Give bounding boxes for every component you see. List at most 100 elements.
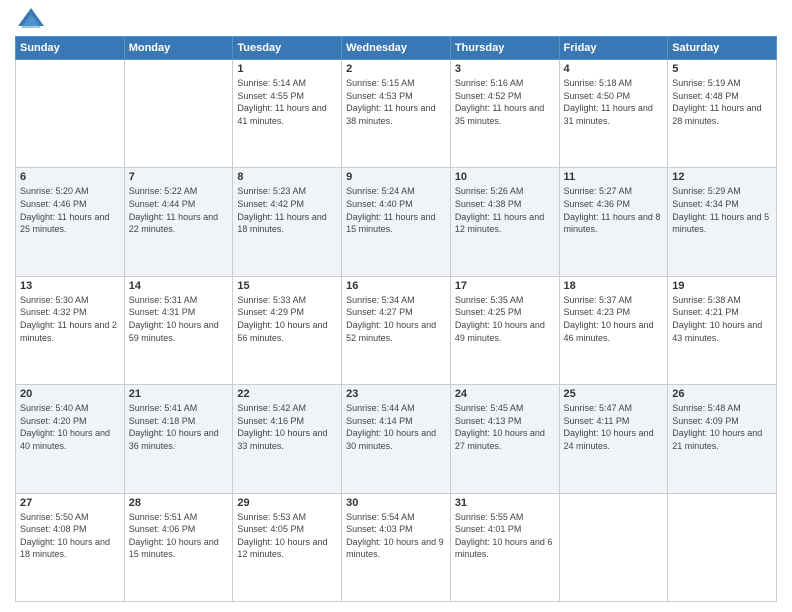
calendar-cell: 17 Sunrise: 5:35 AMSunset: 4:25 PMDayligh… <box>450 276 559 384</box>
day-number: 8 <box>237 171 337 183</box>
calendar-cell <box>124 60 233 168</box>
day-info: Sunrise: 5:50 AMSunset: 4:08 PMDaylight:… <box>20 511 120 561</box>
day-info: Sunrise: 5:51 AMSunset: 4:06 PMDaylight:… <box>129 511 229 561</box>
calendar-cell: 9 Sunrise: 5:24 AMSunset: 4:40 PMDaylight… <box>342 168 451 276</box>
day-number: 20 <box>20 388 120 400</box>
day-info: Sunrise: 5:40 AMSunset: 4:20 PMDaylight:… <box>20 402 120 452</box>
calendar-cell: 16Sunrise: 5:34 AMSunset: 4:27 PMDayligh… <box>342 276 451 384</box>
day-number: 16 <box>346 280 446 292</box>
calendar-cell: 10Sunrise: 5:26 AMSunset: 4:38 PMDayligh… <box>450 168 559 276</box>
day-info: Sunrise: 5:14 AMSunset: 4:55 PMDaylight:… <box>237 77 337 127</box>
day-number: 17 <box>455 280 555 292</box>
day-info: Sunrise: 5:31 AMSunset: 4:31 PMDaylight:… <box>129 294 229 344</box>
calendar-cell: 24 Sunrise: 5:45 AMSunset: 4:13 PMDayligh… <box>450 385 559 493</box>
calendar-cell: 18 Sunrise: 5:37 AMSunset: 4:23 PMDayligh… <box>559 276 668 384</box>
day-info: Sunrise: 5:37 AMSunset: 4:23 PMDaylight:… <box>564 294 664 344</box>
calendar-cell: 30Sunrise: 5:54 AMSunset: 4:03 PMDayligh… <box>342 493 451 601</box>
day-info: Sunrise: 5:35 AMSunset: 4:25 PMDaylight:… <box>455 294 555 344</box>
day-info: Sunrise: 5:53 AMSunset: 4:05 PMDaylight:… <box>237 511 337 561</box>
col-header-thursday: Thursday <box>450 37 559 60</box>
day-info: Sunrise: 5:44 AMSunset: 4:14 PMDaylight:… <box>346 402 446 452</box>
day-number: 7 <box>129 171 229 183</box>
col-header-wednesday: Wednesday <box>342 37 451 60</box>
day-info: Sunrise: 5:42 AMSunset: 4:16 PMDaylight:… <box>237 402 337 452</box>
calendar-cell <box>668 493 777 601</box>
day-info: Sunrise: 5:30 AMSunset: 4:32 PMDaylight:… <box>20 294 120 344</box>
day-number: 14 <box>129 280 229 292</box>
col-header-saturday: Saturday <box>668 37 777 60</box>
day-info: Sunrise: 5:38 AMSunset: 4:21 PMDaylight:… <box>672 294 772 344</box>
calendar-cell: 25 Sunrise: 5:47 AMSunset: 4:11 PMDayligh… <box>559 385 668 493</box>
calendar-cell <box>559 493 668 601</box>
calendar-cell: 2 Sunrise: 5:15 AMSunset: 4:53 PMDaylight… <box>342 60 451 168</box>
col-header-tuesday: Tuesday <box>233 37 342 60</box>
day-number: 9 <box>346 171 446 183</box>
calendar-cell: 11 Sunrise: 5:27 AMSunset: 4:36 PMDayligh… <box>559 168 668 276</box>
day-number: 3 <box>455 63 555 75</box>
day-number: 5 <box>672 63 772 75</box>
day-number: 28 <box>129 497 229 509</box>
logo-icon <box>16 6 46 36</box>
day-number: 4 <box>564 63 664 75</box>
calendar-cell: 13 Sunrise: 5:30 AMSunset: 4:32 PMDayligh… <box>16 276 125 384</box>
day-info: Sunrise: 5:23 AMSunset: 4:42 PMDaylight:… <box>237 185 337 235</box>
calendar-cell <box>16 60 125 168</box>
day-info: Sunrise: 5:41 AMSunset: 4:18 PMDaylight:… <box>129 402 229 452</box>
calendar-cell: 4 Sunrise: 5:18 AMSunset: 4:50 PMDaylight… <box>559 60 668 168</box>
day-number: 1 <box>237 63 337 75</box>
day-info: Sunrise: 5:15 AMSunset: 4:53 PMDaylight:… <box>346 77 446 127</box>
calendar-cell: 22 Sunrise: 5:42 AMSunset: 4:16 PMDayligh… <box>233 385 342 493</box>
day-info: Sunrise: 5:22 AMSunset: 4:44 PMDaylight:… <box>129 185 229 235</box>
calendar-cell: 7 Sunrise: 5:22 AMSunset: 4:44 PMDaylight… <box>124 168 233 276</box>
day-number: 26 <box>672 388 772 400</box>
day-info: Sunrise: 5:48 AMSunset: 4:09 PMDaylight:… <box>672 402 772 452</box>
calendar-cell: 21 Sunrise: 5:41 AMSunset: 4:18 PMDayligh… <box>124 385 233 493</box>
day-number: 22 <box>237 388 337 400</box>
day-number: 18 <box>564 280 664 292</box>
col-header-friday: Friday <box>559 37 668 60</box>
calendar-cell: 29Sunrise: 5:53 AMSunset: 4:05 PMDayligh… <box>233 493 342 601</box>
page: SundayMondayTuesdayWednesdayThursdayFrid… <box>0 0 792 612</box>
day-number: 2 <box>346 63 446 75</box>
calendar-cell: 19 Sunrise: 5:38 AMSunset: 4:21 PMDayligh… <box>668 276 777 384</box>
day-info: Sunrise: 5:24 AMSunset: 4:40 PMDaylight:… <box>346 185 446 235</box>
calendar-cell: 3 Sunrise: 5:16 AMSunset: 4:52 PMDaylight… <box>450 60 559 168</box>
day-number: 12 <box>672 171 772 183</box>
day-number: 23 <box>346 388 446 400</box>
calendar-cell: 12 Sunrise: 5:29 AMSunset: 4:34 PMDayligh… <box>668 168 777 276</box>
day-number: 13 <box>20 280 120 292</box>
calendar-cell: 26 Sunrise: 5:48 AMSunset: 4:09 PMDayligh… <box>668 385 777 493</box>
calendar-table: SundayMondayTuesdayWednesdayThursdayFrid… <box>15 36 777 602</box>
calendar-cell: 28 Sunrise: 5:51 AMSunset: 4:06 PMDayligh… <box>124 493 233 601</box>
day-number: 19 <box>672 280 772 292</box>
calendar-cell: 6 Sunrise: 5:20 AMSunset: 4:46 PMDaylight… <box>16 168 125 276</box>
day-info: Sunrise: 5:33 AMSunset: 4:29 PMDaylight:… <box>237 294 337 344</box>
day-number: 30 <box>346 497 446 509</box>
day-info: Sunrise: 5:26 AMSunset: 4:38 PMDaylight:… <box>455 185 555 235</box>
day-info: Sunrise: 5:20 AMSunset: 4:46 PMDaylight:… <box>20 185 120 235</box>
day-number: 24 <box>455 388 555 400</box>
calendar-cell: 15 Sunrise: 5:33 AMSunset: 4:29 PMDayligh… <box>233 276 342 384</box>
day-info: Sunrise: 5:18 AMSunset: 4:50 PMDaylight:… <box>564 77 664 127</box>
calendar-cell: 27 Sunrise: 5:50 AMSunset: 4:08 PMDayligh… <box>16 493 125 601</box>
logo <box>15 10 46 28</box>
calendar-cell: 1 Sunrise: 5:14 AMSunset: 4:55 PMDaylight… <box>233 60 342 168</box>
calendar-cell: 20 Sunrise: 5:40 AMSunset: 4:20 PMDayligh… <box>16 385 125 493</box>
day-number: 11 <box>564 171 664 183</box>
calendar-cell: 23 Sunrise: 5:44 AMSunset: 4:14 PMDayligh… <box>342 385 451 493</box>
day-number: 31 <box>455 497 555 509</box>
day-number: 21 <box>129 388 229 400</box>
day-number: 6 <box>20 171 120 183</box>
day-number: 15 <box>237 280 337 292</box>
day-info: Sunrise: 5:27 AMSunset: 4:36 PMDaylight:… <box>564 185 664 235</box>
day-info: Sunrise: 5:16 AMSunset: 4:52 PMDaylight:… <box>455 77 555 127</box>
day-number: 27 <box>20 497 120 509</box>
day-info: Sunrise: 5:47 AMSunset: 4:11 PMDaylight:… <box>564 402 664 452</box>
calendar-cell: 14 Sunrise: 5:31 AMSunset: 4:31 PMDayligh… <box>124 276 233 384</box>
day-number: 25 <box>564 388 664 400</box>
calendar-cell: 5Sunrise: 5:19 AMSunset: 4:48 PMDaylight… <box>668 60 777 168</box>
day-info: Sunrise: 5:29 AMSunset: 4:34 PMDaylight:… <box>672 185 772 235</box>
day-info: Sunrise: 5:45 AMSunset: 4:13 PMDaylight:… <box>455 402 555 452</box>
calendar-cell: 8 Sunrise: 5:23 AMSunset: 4:42 PMDaylight… <box>233 168 342 276</box>
col-header-monday: Monday <box>124 37 233 60</box>
